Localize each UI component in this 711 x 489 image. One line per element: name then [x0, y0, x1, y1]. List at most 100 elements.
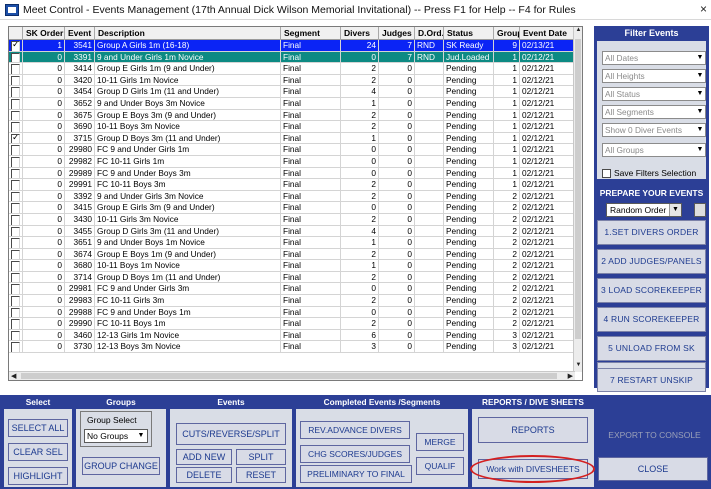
row-checkbox[interactable] [11, 133, 20, 144]
select-all-button[interactable]: SELECT ALL [8, 419, 68, 437]
row-checkbox-cell[interactable] [9, 295, 23, 306]
row-checkbox-cell[interactable] [9, 237, 23, 248]
table-row[interactable]: 0 3414 Group E Girls 1m (9 and Under) Final… [9, 63, 575, 75]
set-divers-order-button[interactable]: 1.SET DIVERS ORDER [597, 220, 706, 245]
row-checkbox[interactable] [11, 122, 20, 132]
split-button[interactable]: SPLIT [236, 449, 286, 465]
group-select-dropdown[interactable]: No Groups ▼ [84, 429, 148, 443]
segments-filter[interactable]: All Segments ▼ [602, 105, 706, 119]
row-checkbox[interactable] [11, 307, 20, 318]
scroll-left-icon[interactable]: ◀ [11, 372, 16, 380]
row-checkbox[interactable] [11, 98, 20, 109]
table-row[interactable]: 0 29990 FC 10-11 Boys 1m Final 2 0 Pending 2 02/… [9, 318, 575, 330]
col-header-event[interactable]: Event [65, 27, 95, 40]
row-checkbox[interactable] [11, 156, 20, 167]
row-checkbox-cell[interactable] [9, 213, 23, 225]
table-row[interactable]: 0 3690 10-11 Boys 3m Novice Final 2 0 Pending 1… [9, 121, 575, 133]
row-checkbox[interactable] [11, 64, 20, 74]
export-to-console-button[interactable]: EXPORT TO CONSOLE [600, 430, 709, 440]
row-checkbox[interactable] [11, 342, 20, 353]
table-row[interactable]: 0 3652 9 and Under Boys 3m Novice Final 1 0 Pe… [9, 97, 575, 110]
table-row[interactable]: 0 29991 FC 10-11 Boys 3m Final 2 0 Pending 1 02/… [9, 179, 575, 191]
table-row[interactable]: 0 3420 10-11 Girls 1m Novice Final 2 0 Pending… [9, 74, 575, 87]
row-checkbox[interactable] [11, 203, 20, 213]
table-row[interactable]: 0 29983 FC 10-11 Girls 3m Final 2 0 Pending 2 02… [9, 295, 575, 307]
row-checkbox-cell[interactable] [9, 40, 23, 51]
zero-diver-filter[interactable]: Show 0 Diver Events ▼ [602, 123, 706, 137]
table-row[interactable]: 0 3455 Group D Girls 3m (11 and Under) Fina… [9, 225, 575, 238]
row-checkbox-cell[interactable] [9, 341, 23, 353]
cuts-reverse-split-button[interactable]: CUTS/REVERSE/SPLIT [176, 423, 286, 445]
group-change-button[interactable]: GROUP CHANGE [82, 457, 160, 475]
row-checkbox-cell[interactable] [9, 74, 23, 86]
row-checkbox-cell[interactable] [9, 225, 23, 237]
vertical-scrollbar[interactable]: ▲ ▼ [573, 27, 582, 372]
preliminary-to-final-button[interactable]: PRELIMINARY TO FINAL [300, 465, 412, 483]
table-row[interactable]: 0 3460 12-13 Girls 1m Novice Final 6 0 Pending… [9, 329, 575, 342]
table-row[interactable]: 0 29980 FC 9 and Under Girls 1m Final 0 0 Pend… [9, 144, 575, 156]
clear-selection-button[interactable]: CLEAR SEL [8, 443, 68, 461]
row-checkbox[interactable] [11, 180, 20, 190]
table-row[interactable]: 0 3714 Group D Boys 1m (11 and Under) Final… [9, 271, 575, 284]
row-checkbox[interactable] [11, 110, 20, 121]
table-row[interactable]: 0 3454 Group D Girls 1m (11 and Under) Fina… [9, 86, 575, 98]
load-scorekeeper-button[interactable]: 3 LOAD SCOREKEEPER [597, 278, 706, 303]
row-checkbox-cell[interactable] [9, 190, 23, 202]
add-judges-button[interactable]: 2 ADD JUDGES/PANELS [597, 249, 706, 274]
dates-filter[interactable]: All Dates ▼ [602, 51, 706, 65]
row-checkbox[interactable] [11, 87, 20, 97]
table-row[interactable]: 0 3651 9 and Under Boys 1m Novice Final 1 0 Pe… [9, 237, 575, 249]
order-option-box[interactable] [694, 203, 706, 217]
row-checkbox[interactable] [11, 296, 20, 306]
row-checkbox[interactable] [11, 284, 20, 295]
heights-filter[interactable]: All Heights ▼ [602, 69, 706, 83]
row-checkbox-cell[interactable] [9, 167, 23, 179]
row-checkbox[interactable] [11, 214, 20, 225]
row-checkbox[interactable] [11, 145, 20, 155]
col-header-sk-order[interactable]: SK Order [23, 27, 65, 40]
highlight-button[interactable]: HIGHLIGHT [8, 467, 68, 485]
row-checkbox-cell[interactable] [9, 109, 23, 121]
row-checkbox-cell[interactable] [9, 63, 23, 74]
row-checkbox[interactable] [11, 168, 20, 179]
row-checkbox[interactable] [11, 52, 20, 63]
row-checkbox[interactable] [11, 330, 20, 341]
row-checkbox-cell[interactable] [9, 202, 23, 213]
row-checkbox-cell[interactable] [9, 306, 23, 318]
table-row[interactable]: 0 29981 FC 9 and Under Girls 3m Final 0 0 Pend… [9, 283, 575, 296]
table-row[interactable]: 13541Group A Girls 1m (16-18)Final247RND… [9, 40, 575, 52]
groups-filter[interactable]: All Groups ▼ [602, 143, 706, 157]
rev-advance-divers-button[interactable]: REV.ADVANCE DIVERS [300, 421, 410, 439]
row-checkbox-cell[interactable] [9, 271, 23, 283]
col-header-judges[interactable]: Judges [379, 27, 415, 40]
row-checkbox-cell[interactable] [9, 283, 23, 295]
table-row[interactable]: 0 29982 FC 10-11 Girls 1m Final 0 0 Pending 1 02… [9, 155, 575, 168]
row-checkbox-cell[interactable] [9, 51, 23, 63]
col-header-event-date[interactable]: Event Date [520, 27, 575, 40]
table-row[interactable]: 0 3675 Group E Boys 3m (9 and Under) Final 2… [9, 109, 575, 122]
chg-scores-judges-button[interactable]: CHG SCORES/JUDGES [300, 445, 410, 463]
table-row[interactable]: 0 3392 9 and Under Girls 3m Novice Final 2 0 P… [9, 190, 575, 203]
row-checkbox-cell[interactable] [9, 86, 23, 97]
row-checkbox[interactable] [11, 272, 20, 283]
scroll-down-icon[interactable]: ▼ [574, 362, 582, 372]
row-checkbox[interactable] [11, 41, 20, 51]
col-header-divers[interactable]: Divers [341, 27, 379, 40]
qualif-button[interactable]: QUALIF [416, 457, 464, 475]
row-checkbox-cell[interactable] [9, 155, 23, 167]
horizontal-scrollbar[interactable]: ◀ ▶ [9, 371, 575, 380]
table-row[interactable]: 0 3415 Group E Girls 3m (9 and Under) Final… [9, 202, 575, 214]
row-checkbox-cell[interactable] [9, 329, 23, 341]
row-checkbox-cell[interactable] [9, 132, 23, 144]
row-checkbox-cell[interactable] [9, 121, 23, 132]
row-checkbox-cell[interactable] [9, 248, 23, 260]
row-checkbox[interactable] [11, 226, 20, 237]
row-checkbox-cell[interactable] [9, 179, 23, 190]
row-checkbox[interactable] [11, 238, 20, 248]
row-checkbox[interactable] [11, 261, 20, 271]
diver-order-select[interactable]: Random Order ▼ [606, 203, 682, 217]
row-checkbox[interactable] [11, 249, 20, 260]
reset-button[interactable]: RESET [236, 467, 286, 483]
scroll-right-icon[interactable]: ▶ [568, 372, 573, 380]
delete-button[interactable]: DELETE [176, 467, 232, 483]
